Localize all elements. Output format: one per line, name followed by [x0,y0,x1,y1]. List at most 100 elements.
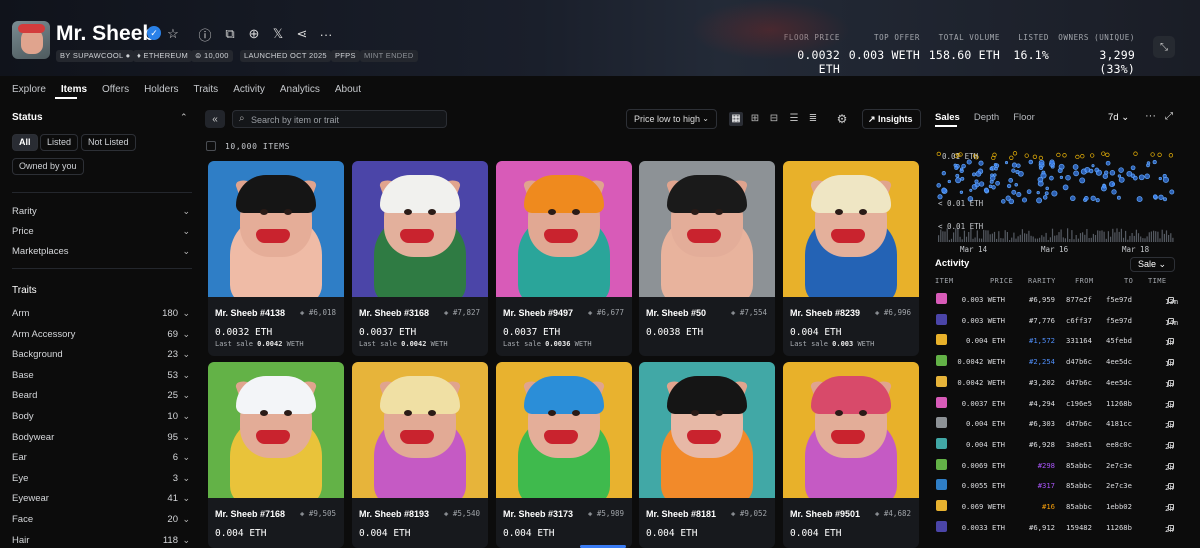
status-all[interactable]: All [12,134,38,151]
nft-name[interactable]: Mr. Sheeb #4138 [215,308,285,318]
sale-to[interactable]: 2e7c3e [1106,481,1132,490]
item-thumbnail[interactable] [936,437,947,449]
item-thumbnail[interactable] [936,479,947,491]
info-icon[interactable]: ⓘ [196,25,214,43]
item-thumbnail[interactable] [936,355,947,367]
nft-image[interactable] [352,362,488,498]
sort-dropdown[interactable]: Price low to high ⌄ [626,109,717,129]
filter-price[interactable]: Price ⌄ [12,226,192,237]
nft-image[interactable] [208,161,344,297]
nft-card[interactable]: Mr. Sheeb #3173 ◈ #5,989 0.004 ETH [496,362,632,548]
sale-to[interactable]: 11268b [1106,523,1132,532]
trait-arm[interactable]: Arm 180 ⌄ [12,308,192,319]
nft-card[interactable]: Mr. Sheeb #4138 ◈ #6,018 0.0032 ETH Last sa… [208,161,344,356]
sale-from[interactable]: 85abbc [1066,502,1092,511]
expand-icon[interactable]: ⤢ [1165,111,1173,122]
sale-from[interactable]: d47b6c [1066,357,1092,366]
search-box[interactable]: ⌕ [232,110,447,128]
sale-to[interactable]: 4ee5dc [1106,378,1132,387]
nft-image[interactable] [352,161,488,297]
trait-eyewear[interactable]: Eyewear 41 ⌄ [12,493,192,504]
nft-name[interactable]: Mr. Sheeb #3173 [503,509,573,519]
item-thumbnail[interactable] [936,500,947,511]
sale-to[interactable]: f5e97d [1106,316,1132,325]
nft-image[interactable] [639,161,775,297]
globe-icon[interactable]: ⊕ [245,25,263,43]
sale-to[interactable]: 2e7c3e [1106,461,1132,470]
item-thumbnail[interactable] [936,313,947,325]
tab-traits[interactable]: Traits [194,84,219,95]
x-icon[interactable]: 𝕏 [269,25,287,43]
tab-depth[interactable]: Depth [974,112,999,123]
sale-from[interactable]: 85abbc [1066,461,1092,470]
copy-icon[interactable]: ⧉ [221,25,239,43]
nft-name[interactable]: Mr. Sheeb #8239 [790,308,860,318]
trait-base[interactable]: Base 53 ⌄ [12,370,192,381]
activity-row[interactable]: 0.0033 ETH #6,912 159482 11268b 2h [935,520,1175,534]
trait-face[interactable]: Face 20 ⌄ [12,514,192,525]
filter-rarity[interactable]: Rarity ⌄ [12,206,192,217]
select-all-checkbox[interactable] [206,141,216,151]
nft-name[interactable]: Mr. Sheeb #7168 [215,509,285,519]
trait-bodywear[interactable]: Bodywear 95 ⌄ [12,432,192,443]
tab-activity[interactable]: Activity [233,84,265,95]
item-thumbnail[interactable] [936,520,947,532]
share-icon[interactable]: ⋖ [293,25,311,43]
nft-image[interactable] [639,362,775,498]
status-owned[interactable]: Owned by you [12,158,84,175]
activity-filter[interactable]: Sale ⌄ [1130,257,1175,272]
nft-card[interactable]: Mr. Sheeb #7168 ◈ #9,505 0.004 ETH [208,362,344,548]
creator-tag[interactable]: BY SUPAWCOOL ● [56,50,135,62]
nft-image[interactable] [496,362,632,498]
nft-name[interactable]: Mr. Sheeb #8193 [359,509,429,519]
filter-marketplaces[interactable]: Marketplaces ⌄ [12,246,192,257]
tab-offers[interactable]: Offers [102,84,129,95]
nft-name[interactable]: Mr. Sheeb #50 [646,308,706,318]
trait-arm-accessory[interactable]: Arm Accessory 69 ⌄ [12,329,192,340]
nft-image[interactable] [496,161,632,297]
activity-row[interactable]: 0.003 WETH #7,776 c6ff37 f5e97d 14m [935,313,1178,327]
tab-floor[interactable]: Floor [1013,112,1035,123]
status-not-listed[interactable]: Not Listed [81,134,136,151]
nft-card[interactable]: Mr. Sheeb #9497 ◈ #6,677 0.0037 ETH Last sa… [496,161,632,356]
activity-row[interactable]: 0.004 ETH #6,928 3a8e61 ee8c0c 2h [935,437,1175,451]
nft-card[interactable]: Mr. Sheeb #3168 ◈ #7,827 0.0037 ETH Last sa… [352,161,488,356]
activity-row[interactable]: 0.0055 ETH #317 85abbc 2e7c3e 2h [935,479,1175,492]
sale-to[interactable]: 45febd [1106,336,1132,345]
sale-from[interactable]: 331164 [1066,336,1092,345]
item-thumbnail[interactable] [936,375,947,387]
tab-sales[interactable]: Sales [935,112,960,123]
nft-name[interactable]: Mr. Sheeb #9501 [790,509,860,519]
chevron-up-icon[interactable]: ⌃ [180,112,188,123]
status-listed[interactable]: Listed [40,134,79,151]
sale-from[interactable]: 877e2f [1066,295,1092,304]
sale-to[interactable]: f5e97d [1106,295,1132,304]
trait-ear[interactable]: Ear 6 ⌄ [12,452,192,463]
activity-row[interactable]: 0.069 WETH #16 85abbc 1ebb02 2h [935,500,1175,513]
sale-from[interactable]: c196e5 [1066,399,1092,408]
item-thumbnail[interactable] [936,417,947,429]
list-view-icon[interactable]: ≣ [806,112,820,126]
activity-row[interactable]: 0.004 ETH #6,303 d47b6c 4181cc 2h [935,417,1175,430]
trait-background[interactable]: Background 23 ⌄ [12,349,192,360]
nft-card[interactable]: Mr. Sheeb #8181 ◈ #9,052 0.004 ETH [639,362,775,548]
activity-row[interactable]: 0.0037 ETH #4,294 c196e5 11268b 2h [935,396,1175,410]
sales-chart[interactable]: 0.01 ETH < 0.01 ETH < 0.01 ETH Mar 14 Ma… [934,148,1176,256]
sale-from[interactable]: 3a8e61 [1066,440,1092,449]
grid-small-icon[interactable]: ⊟ [767,112,781,126]
sale-from[interactable]: d47b6c [1066,419,1092,428]
table-view-icon[interactable]: ☰ [787,112,801,126]
tab-about[interactable]: About [335,84,361,95]
nft-card[interactable]: Mr. Sheeb #50 ◈ #7,554 0.0038 ETH [639,161,775,356]
activity-row[interactable]: 0.004 ETH #1,572 331164 45febd 1h [935,334,1175,347]
sale-to[interactable]: 11268b [1106,399,1132,408]
trait-hair[interactable]: Hair 118 ⌄ [12,535,192,546]
sale-to[interactable]: 4181cc [1106,419,1132,428]
nft-name[interactable]: Mr. Sheeb #9497 [503,308,573,318]
activity-row[interactable]: 0.0042 WETH #2,254 d47b6c 4ee5dc 1h [935,355,1175,368]
trait-beard[interactable]: Beard 25 ⌄ [12,390,192,401]
trait-eye[interactable]: Eye 3 ⌄ [12,473,192,484]
tab-items[interactable]: Items [61,84,87,95]
nft-image[interactable] [208,362,344,498]
item-thumbnail[interactable] [936,293,947,304]
